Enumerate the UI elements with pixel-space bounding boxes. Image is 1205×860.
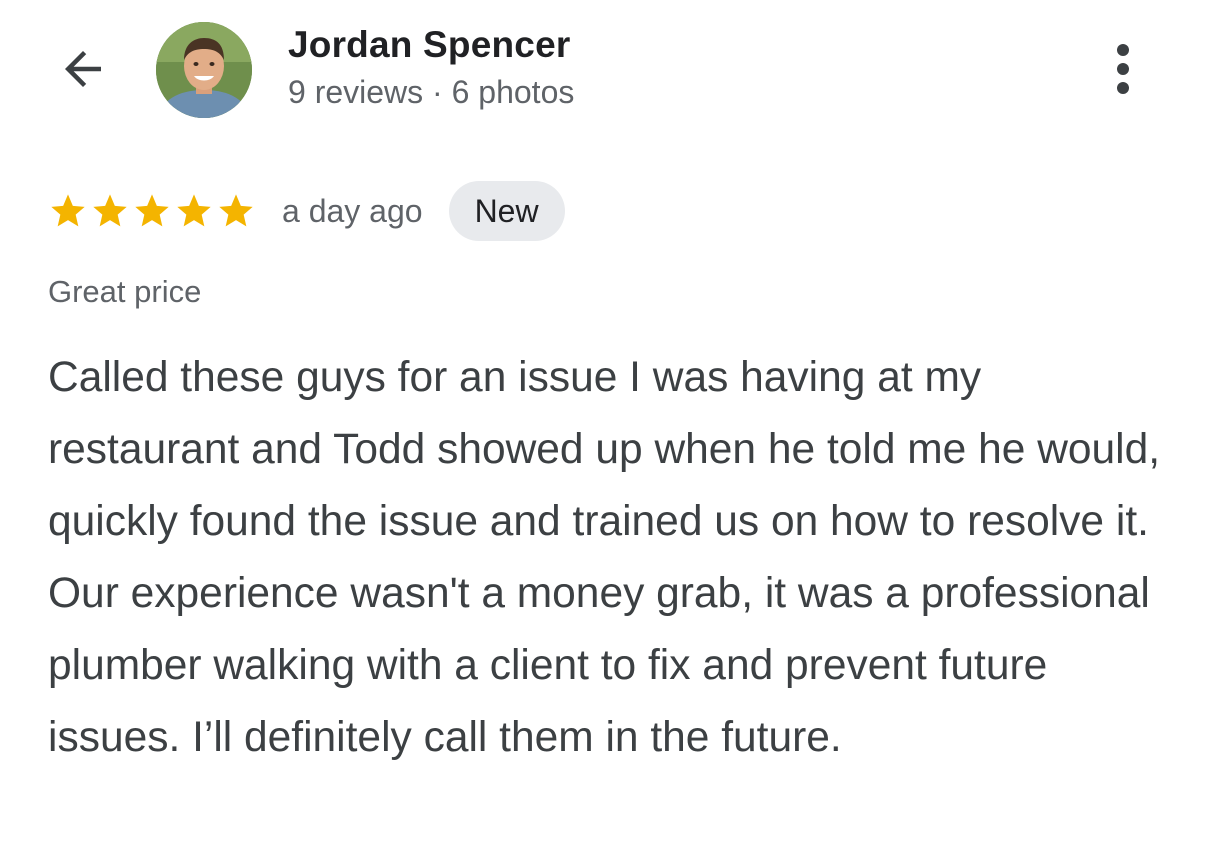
back-button[interactable] <box>50 38 116 104</box>
review-date: a day ago <box>282 192 423 229</box>
more-options-button[interactable] <box>1096 38 1150 104</box>
star-icon <box>90 191 130 231</box>
review-text: Called these guys for an issue I was hav… <box>48 354 1161 761</box>
new-badge: New <box>448 181 565 241</box>
more-vertical-icon <box>1113 41 1133 102</box>
reviewer-name[interactable]: Jordan Spencer <box>288 24 570 66</box>
reviewer-meta: 9 reviews · 6 photos <box>288 74 575 110</box>
avatar[interactable] <box>156 22 252 118</box>
star-icon <box>48 191 88 231</box>
star-icon <box>216 191 256 231</box>
rating-row: a day ago New <box>48 180 565 242</box>
star-icon <box>132 191 172 231</box>
review-tag: Great price <box>48 274 202 309</box>
star-rating <box>48 191 256 231</box>
star-icon <box>174 191 214 231</box>
arrow-left-icon <box>56 42 110 101</box>
